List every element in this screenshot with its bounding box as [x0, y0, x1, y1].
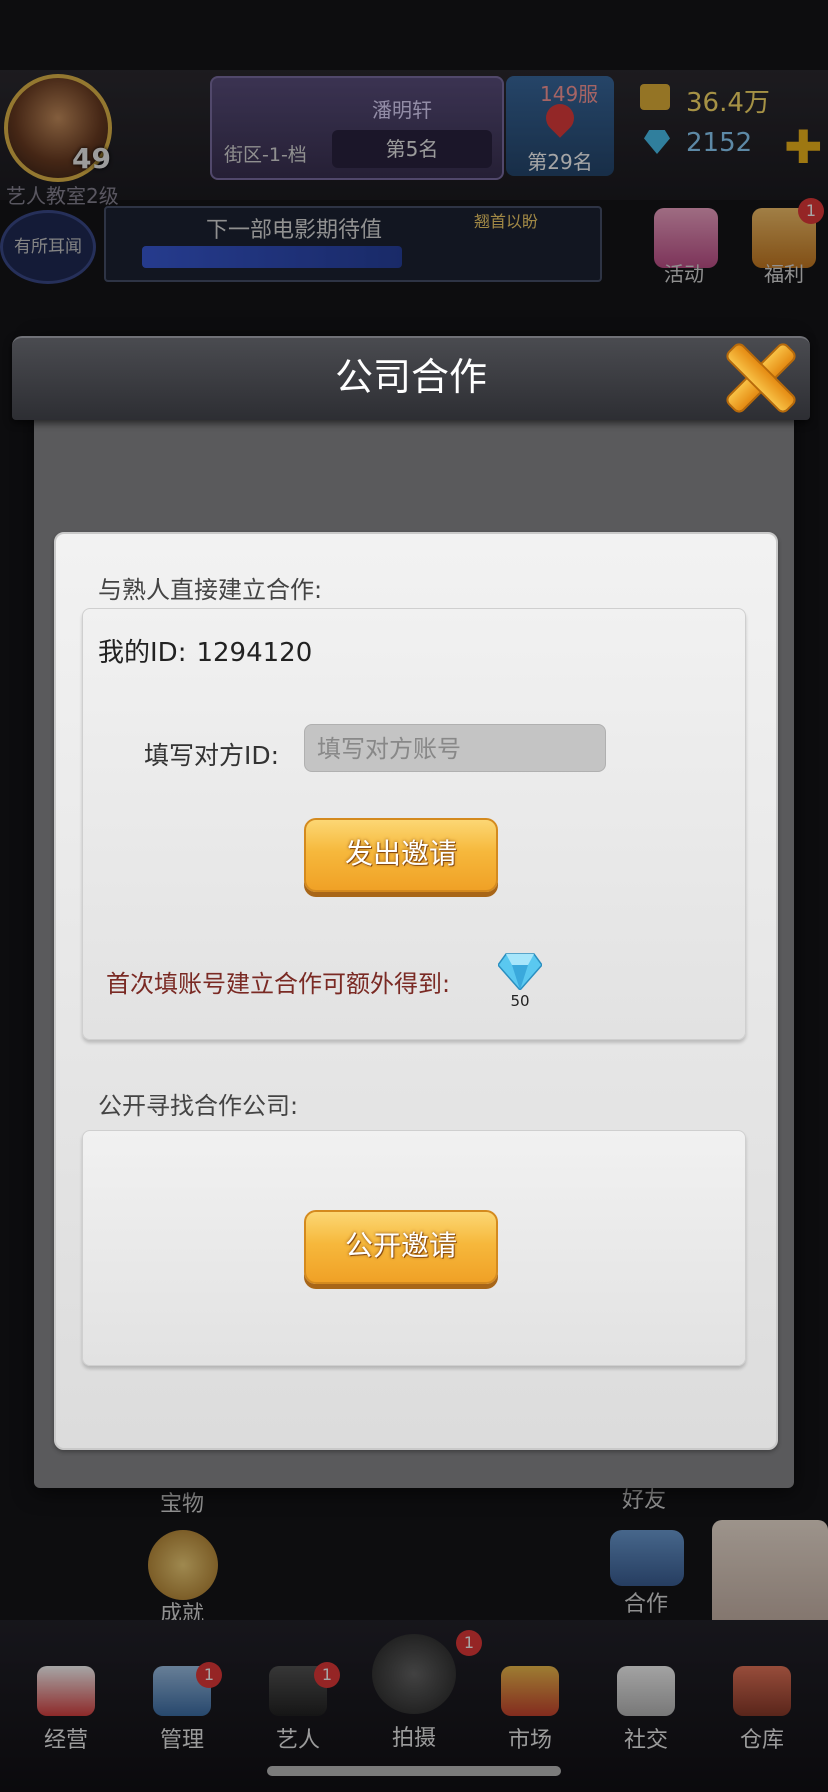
my-id-label: 我的ID: — [98, 638, 187, 668]
partner-id-input[interactable]: 填写对方账号 — [304, 724, 606, 772]
bonus-text: 首次填账号建立合作可额外得到: — [106, 970, 451, 998]
direct-section-title: 与熟人直接建立合作: — [98, 576, 323, 604]
diamond-icon — [498, 953, 542, 990]
partner-id-label: 填写对方ID: — [144, 741, 280, 770]
my-id-value: 1294120 — [196, 638, 313, 668]
public-section-title: 公开寻找合作公司: — [98, 1092, 299, 1120]
bonus-amount: 50 — [510, 992, 530, 1010]
public-invite-button[interactable]: 公开邀请 — [304, 1210, 498, 1284]
send-invite-button[interactable]: 发出邀请 — [304, 818, 498, 892]
dialog-title: 公司合作 — [334, 355, 487, 399]
close-button[interactable] — [722, 342, 796, 414]
my-id: 我的ID: 1294120 — [98, 632, 312, 669]
